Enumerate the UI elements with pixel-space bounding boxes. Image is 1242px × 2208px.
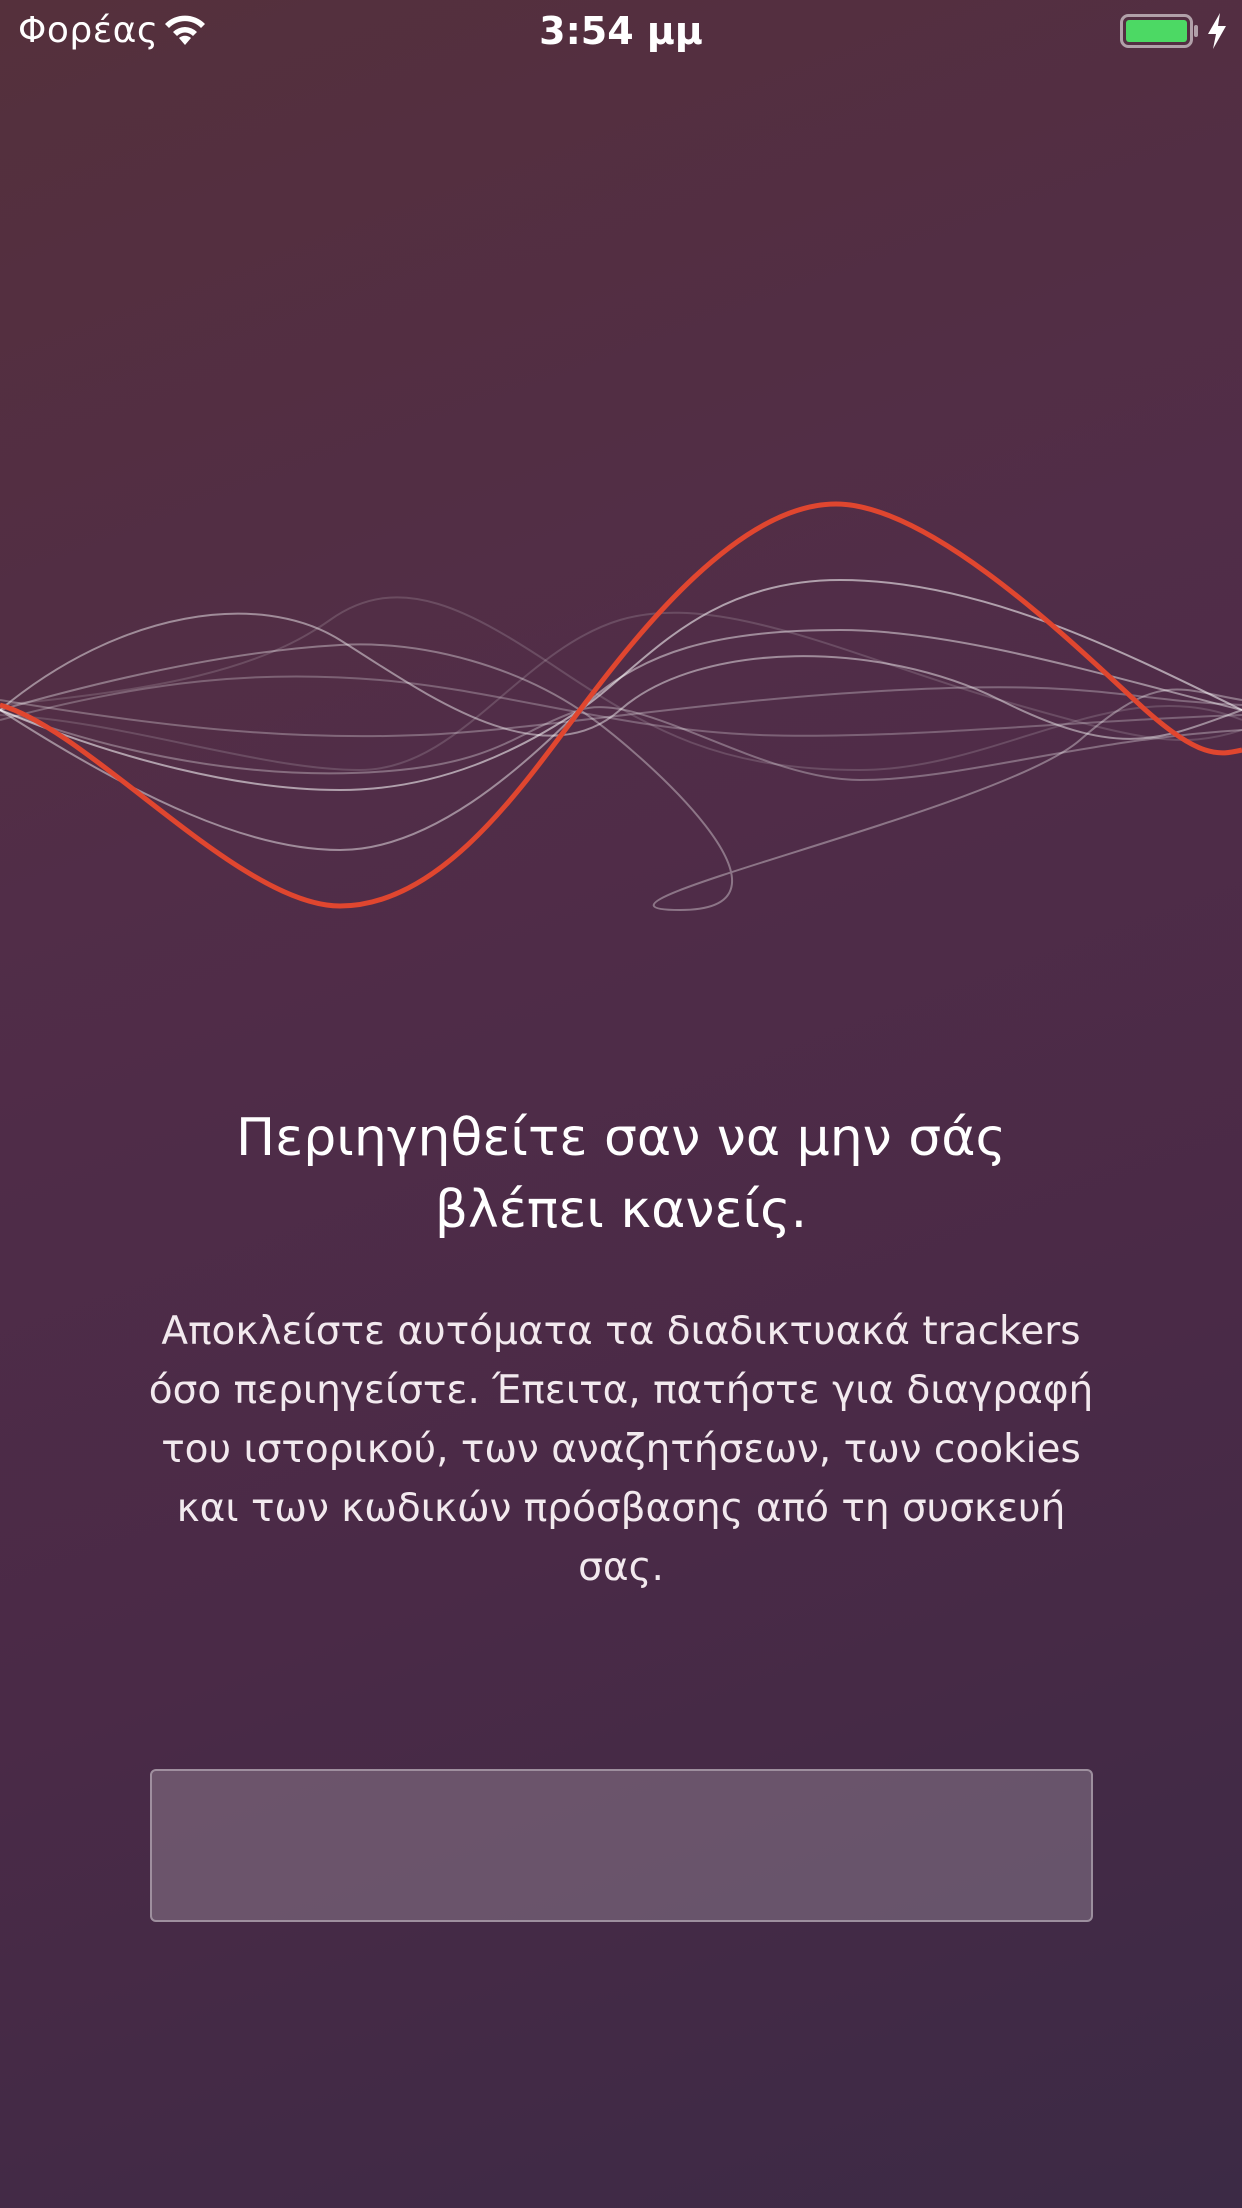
wave-line: [0, 643, 1242, 912]
headline-line: Περιηγηθείτε σαν να μην σάς: [236, 1108, 1006, 1168]
description-line: και των κωδικών πρόσβασης από τη συσκευή: [176, 1486, 1066, 1531]
wave-line: [0, 611, 1242, 772]
wave-accent-line: [0, 501, 1242, 909]
onboarding-description: Αποκλείστε αυτόματα τα διαδικτυακά track…: [140, 1302, 1102, 1597]
sound-wave-illustration: [0, 501, 1242, 912]
battery-icon: [1120, 14, 1198, 48]
description-line: Αποκλείστε αυτόματα τα διαδικτυακά track…: [161, 1309, 1081, 1354]
wave-line: [0, 686, 1242, 738]
charging-icon: [1208, 13, 1226, 49]
wave-line: [0, 578, 1242, 792]
headline-line: βλέπει κανείς.: [434, 1180, 808, 1240]
status-time: 3:54 μμ: [539, 9, 703, 53]
description-line: όσο περιηγείστε. Έπειτα, πατήστε για δια…: [148, 1368, 1094, 1413]
onboarding-headline: Περιηγηθείτε σαν να μην σάς βλέπει κανεί…: [140, 1102, 1102, 1246]
description-line: του ιστορικού, των αναζητήσεων, των cook…: [161, 1427, 1081, 1472]
continue-button[interactable]: [150, 1769, 1093, 1922]
status-bar: Φορέας 3:54 μμ: [0, 0, 1242, 62]
description-line: σας.: [578, 1545, 664, 1590]
